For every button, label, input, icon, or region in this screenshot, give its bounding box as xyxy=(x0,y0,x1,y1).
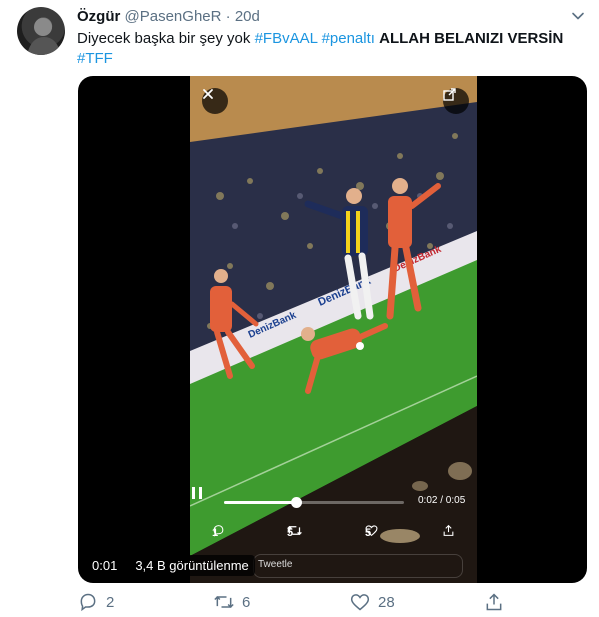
reply-icon xyxy=(213,525,224,537)
embedded-like[interactable]: 5 xyxy=(365,524,378,542)
elapsed-time: 0:01 xyxy=(86,554,124,576)
share-icon xyxy=(486,593,502,611)
embedded-reply[interactable]: 1 xyxy=(212,524,224,542)
avatar-image xyxy=(27,18,61,55)
like-count: 28 xyxy=(378,593,395,611)
reply-icon xyxy=(80,593,96,612)
watermark-text: Tweetle xyxy=(258,559,293,570)
retweet-icon xyxy=(287,525,302,536)
hashtag-tff[interactable]: #TFF xyxy=(77,50,113,67)
tweet-text-plain: Diyecek başka bir şey yok xyxy=(77,30,251,47)
chevron-down-icon[interactable] xyxy=(571,9,585,23)
separator: · xyxy=(225,8,231,25)
tweet-actions: 2 6 28 xyxy=(78,592,518,616)
share-button[interactable] xyxy=(484,592,504,612)
tweet-header: Özgür @PasenGheR · 20d xyxy=(77,8,260,26)
expand-icon xyxy=(443,88,456,101)
video-frame[interactable]: DenizBank DenizBank DenizBank 0:02 / 0:0… xyxy=(190,76,477,583)
tweet-text: Diyecek başka bir şey yok #FBvAAL #penal… xyxy=(77,29,582,69)
like-icon xyxy=(350,594,370,611)
share-icon xyxy=(443,524,454,536)
player-time: 0:02 / 0:05 xyxy=(418,495,466,506)
view-count: 3,4 B görüntülenme xyxy=(129,554,255,576)
avatar[interactable] xyxy=(17,7,65,55)
embedded-retweet[interactable]: 5 xyxy=(287,524,302,542)
close-button[interactable] xyxy=(202,88,228,114)
timestamp[interactable]: 20d xyxy=(235,8,260,25)
video-watermark: Tweetle xyxy=(253,554,463,578)
video-meta: 0:01 3,4 B görüntülenme xyxy=(86,554,261,576)
retweet-button[interactable]: 6 xyxy=(214,592,250,612)
expand-button[interactable] xyxy=(443,88,469,114)
pause-icon[interactable] xyxy=(190,486,204,500)
seek-bar-fill xyxy=(224,501,296,504)
reply-button[interactable]: 2 xyxy=(78,592,114,612)
hashtag-fbvaal[interactable]: #FBvAAL xyxy=(255,30,318,47)
like-icon xyxy=(365,525,378,537)
display-name[interactable]: Özgür xyxy=(77,8,120,25)
video-player[interactable]: DenizBank DenizBank DenizBank 0:02 / 0:0… xyxy=(78,76,587,583)
like-button[interactable]: 28 xyxy=(350,592,395,612)
close-icon xyxy=(203,89,213,99)
video-controls: 0:02 / 0:05 1 5 5 xyxy=(190,486,477,546)
seek-handle[interactable] xyxy=(291,497,302,508)
hashtag-penalti[interactable]: #penaltı xyxy=(322,30,375,47)
retweet-icon xyxy=(214,595,234,609)
reply-count: 2 xyxy=(106,593,115,611)
tweet-text-bold: ALLAH BELANIZI VERSİN xyxy=(379,30,564,47)
handle[interactable]: @PasenGheR xyxy=(125,8,222,25)
seek-bar[interactable] xyxy=(224,497,404,508)
retweet-count: 6 xyxy=(242,593,251,611)
